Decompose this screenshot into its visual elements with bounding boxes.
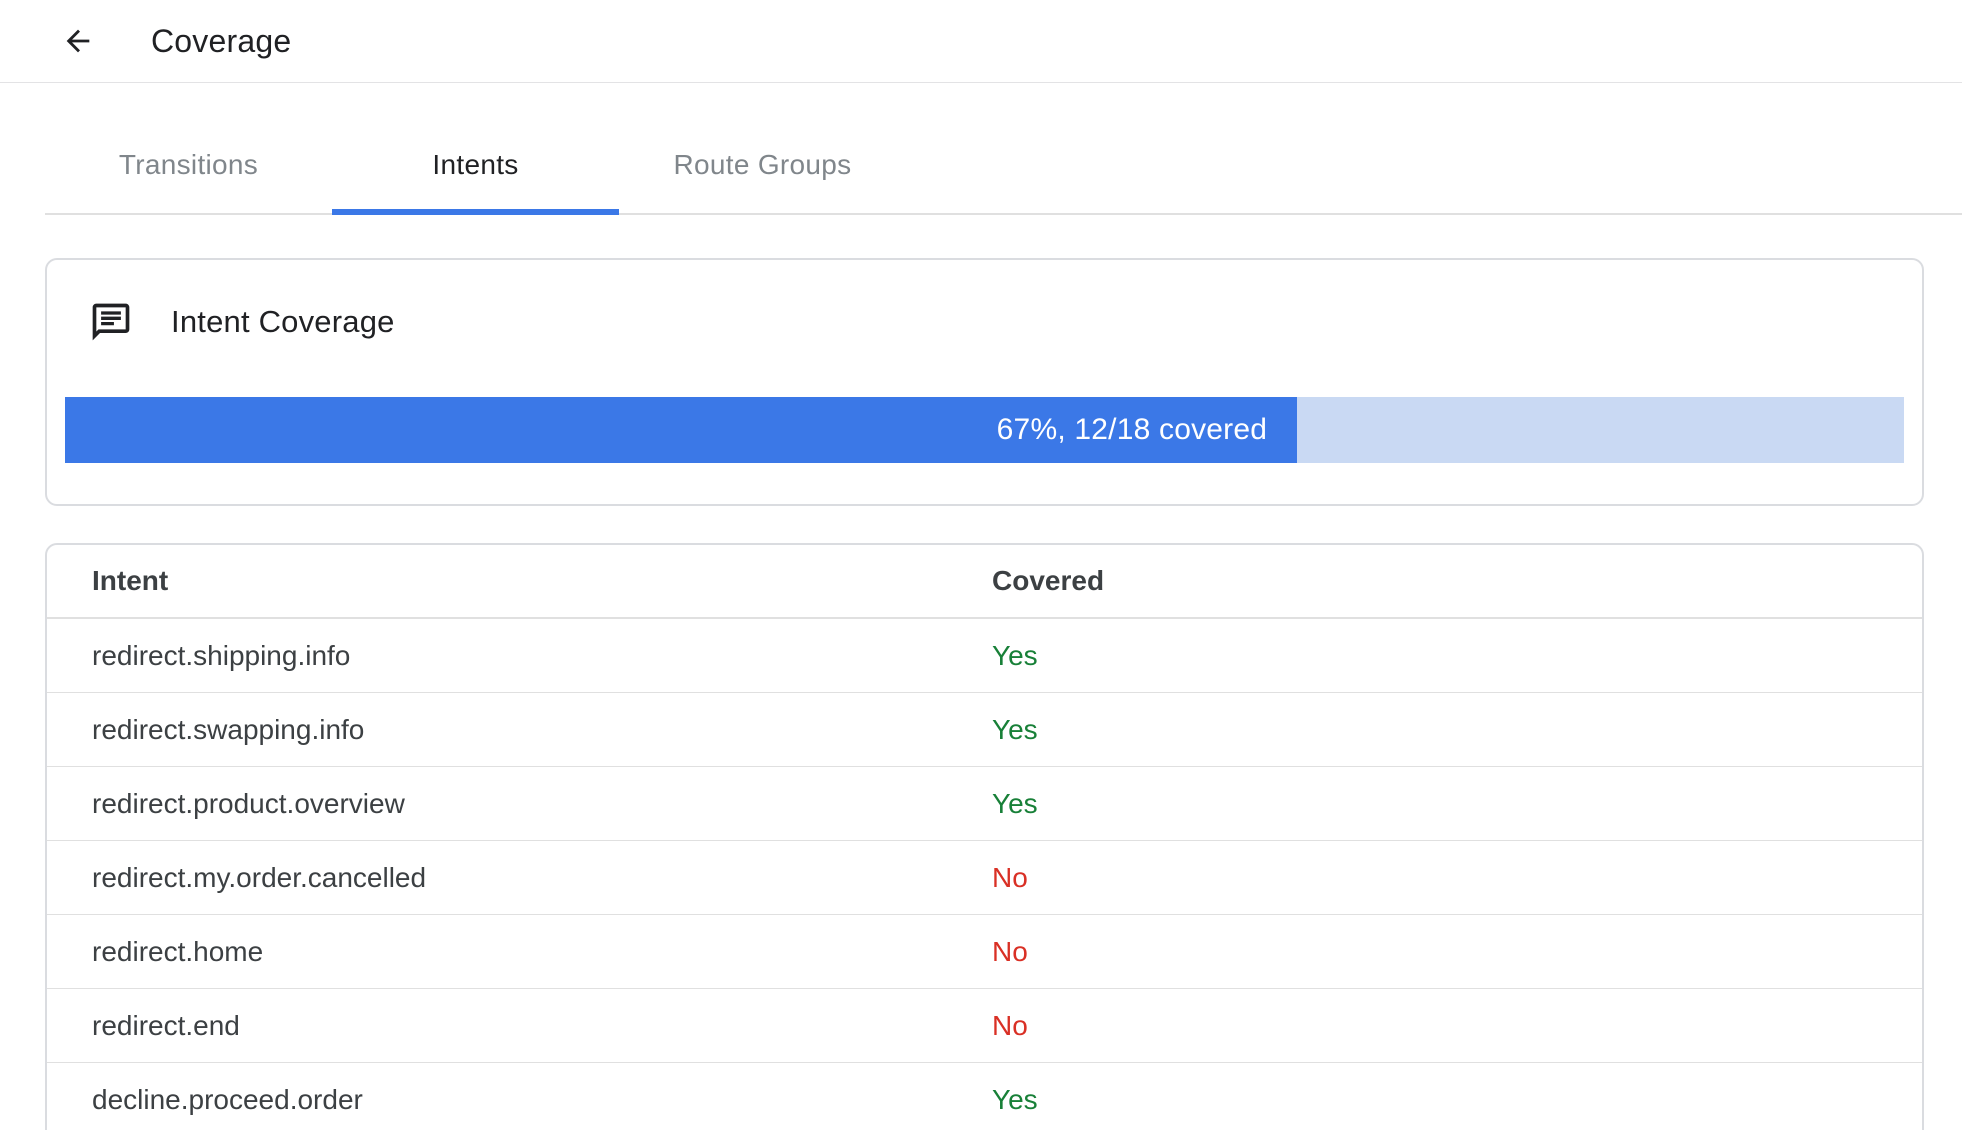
intent-cell: decline.proceed.order (92, 1083, 363, 1115)
covered-cell: No (992, 861, 1028, 893)
intent-coverage-card: Intent Coverage 67%, 12/18 covered (45, 258, 1924, 506)
intent-table-card: Intent Covered redirect.shipping.info Ye… (45, 543, 1924, 1130)
table-row: redirect.swapping.info Yes (47, 693, 1922, 767)
page-title: Coverage (151, 22, 292, 59)
covered-cell: Yes (992, 639, 1038, 671)
tab-list: Transitions Intents Route Groups (45, 117, 1962, 215)
coverage-progress-fill: 67%, 12/18 covered (65, 397, 1298, 463)
table-row: redirect.my.order.cancelled No (47, 841, 1922, 915)
intent-cell: redirect.shipping.info (92, 639, 351, 671)
table-row: redirect.product.overview Yes (47, 767, 1922, 841)
coverage-progress-label: 67%, 12/18 covered (996, 413, 1268, 446)
intent-cell: redirect.home (92, 935, 264, 967)
app-bar: Coverage (0, 0, 1962, 83)
tab-intents[interactable]: Intents (332, 117, 619, 215)
covered-cell: Yes (992, 1083, 1038, 1115)
column-header-covered: Covered (992, 565, 1105, 596)
tab-bar: Transitions Intents Route Groups (45, 117, 1962, 215)
intent-cell: redirect.my.order.cancelled (92, 861, 427, 893)
intent-cell: redirect.product.overview (92, 787, 405, 819)
table-row: redirect.end No (47, 989, 1922, 1063)
column-header-intent: Intent (92, 565, 169, 596)
table-header-row: Intent Covered (47, 545, 1922, 619)
covered-cell: Yes (992, 713, 1038, 745)
intent-cell: redirect.end (92, 1009, 240, 1041)
table-body: redirect.shipping.info Yes redirect.swap… (47, 619, 1922, 1130)
covered-cell: No (992, 1009, 1028, 1041)
coverage-progress-bar: 67%, 12/18 covered (65, 397, 1904, 463)
tab-route-groups[interactable]: Route Groups (619, 117, 906, 213)
table-row: redirect.home No (47, 915, 1922, 989)
back-button[interactable] (60, 23, 96, 59)
table-row: redirect.shipping.info Yes (47, 619, 1922, 693)
table-row: decline.proceed.order Yes (47, 1063, 1922, 1130)
coverage-card-title: Intent Coverage (171, 304, 395, 339)
chat-icon (89, 300, 133, 344)
tab-transitions[interactable]: Transitions (45, 117, 332, 213)
intent-cell: redirect.swapping.info (92, 713, 365, 745)
covered-cell: Yes (992, 787, 1038, 819)
covered-cell: No (992, 935, 1028, 967)
coverage-card-header: Intent Coverage (47, 260, 1922, 344)
arrow-left-icon (61, 24, 95, 58)
